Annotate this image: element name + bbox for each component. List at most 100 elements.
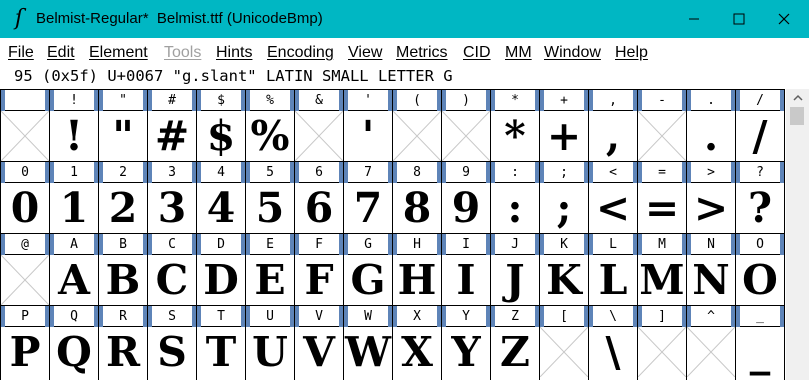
glyph-cell[interactable]: " — [99, 111, 147, 161]
glyph-grid[interactable]: ! " # $% & '() * +, -. /! " # $% ' * +,./0 1 2 3 4 5 6 7 8 9:; < =… — [0, 89, 785, 380]
glyph-cell[interactable]: 5 — [246, 183, 294, 233]
glyph-label[interactable]: & — [295, 90, 343, 111]
glyph-label[interactable]: ! — [50, 90, 98, 111]
menu-mm[interactable]: MM — [505, 44, 532, 62]
glyph-cell[interactable]: 1 — [50, 183, 98, 233]
glyph-cell[interactable]: 8 — [393, 183, 441, 233]
glyph-label[interactable]: M — [638, 234, 686, 255]
menu-encoding[interactable]: Encoding — [267, 44, 334, 62]
glyph-cell[interactable]: J — [491, 255, 539, 305]
glyph-label[interactable]: F — [295, 234, 343, 255]
glyph-label[interactable]: R — [99, 306, 147, 327]
glyph-cell[interactable]: V — [295, 327, 343, 377]
glyph-cell[interactable]: B — [99, 255, 147, 305]
glyph-cell[interactable]: 6 — [295, 183, 343, 233]
glyph-cell[interactable]: 4 — [197, 183, 245, 233]
empty-glyph-slot[interactable] — [442, 111, 490, 161]
scroll-thumb[interactable] — [790, 107, 804, 125]
glyph-cell[interactable]: C — [148, 255, 196, 305]
glyph-label[interactable]: ^ — [687, 306, 735, 327]
empty-glyph-slot[interactable] — [540, 327, 588, 377]
glyph-cell[interactable]: 2 — [99, 183, 147, 233]
glyph-cell[interactable]: S — [148, 327, 196, 377]
glyph-label[interactable]: 5 — [246, 162, 294, 183]
glyph-cell[interactable]: P — [1, 327, 49, 377]
glyph-label[interactable]: # — [148, 90, 196, 111]
glyph-label[interactable]: ? — [736, 162, 784, 183]
glyph-label[interactable]: S — [148, 306, 196, 327]
glyph-cell[interactable]: F — [295, 255, 343, 305]
glyph-label[interactable]: \ — [589, 306, 637, 327]
glyph-cell[interactable]: _ — [736, 327, 784, 377]
glyph-cell[interactable]: : — [491, 183, 539, 233]
glyph-label[interactable]: @ — [1, 234, 49, 255]
glyph-cell[interactable]: L — [589, 255, 637, 305]
glyph-label[interactable]: ' — [344, 90, 392, 111]
close-button[interactable] — [761, 0, 807, 38]
glyph-label[interactable]: 8 — [393, 162, 441, 183]
menu-tools[interactable]: Tools — [164, 44, 201, 62]
glyph-cell[interactable]: < — [589, 183, 637, 233]
glyph-label[interactable]: A — [50, 234, 98, 255]
glyph-cell[interactable]: 3 — [148, 183, 196, 233]
glyph-cell[interactable]: > — [687, 183, 735, 233]
glyph-cell[interactable]: 7 — [344, 183, 392, 233]
empty-glyph-slot[interactable] — [295, 111, 343, 161]
empty-glyph-slot[interactable] — [393, 111, 441, 161]
glyph-cell[interactable]: % — [246, 111, 294, 161]
glyph-label[interactable]: " — [99, 90, 147, 111]
glyph-cell[interactable]: T — [197, 327, 245, 377]
glyph-cell[interactable]: W — [344, 327, 392, 377]
glyph-label[interactable]: O — [736, 234, 784, 255]
glyph-cell[interactable]: . — [687, 111, 735, 161]
glyph-label[interactable]: 2 — [99, 162, 147, 183]
glyph-cell[interactable]: ? — [736, 183, 784, 233]
glyph-cell[interactable]: O — [736, 255, 784, 305]
glyph-cell[interactable]: Q — [50, 327, 98, 377]
menu-window[interactable]: Window — [544, 44, 601, 62]
empty-glyph-slot[interactable] — [638, 111, 686, 161]
glyph-cell[interactable]: ! — [50, 111, 98, 161]
maximize-button[interactable] — [716, 0, 762, 38]
glyph-label[interactable]: Z — [491, 306, 539, 327]
glyph-label[interactable]: B — [99, 234, 147, 255]
glyph-cell[interactable]: / — [736, 111, 784, 161]
glyph-label[interactable]: % — [246, 90, 294, 111]
glyph-cell[interactable]: N — [687, 255, 735, 305]
glyph-label[interactable]: > — [687, 162, 735, 183]
glyph-cell[interactable]: ' — [344, 111, 392, 161]
glyph-label[interactable]: 0 — [1, 162, 49, 183]
glyph-label[interactable]: H — [393, 234, 441, 255]
empty-glyph-slot[interactable] — [1, 111, 49, 161]
glyph-label[interactable]: 3 — [148, 162, 196, 183]
glyph-label[interactable]: - — [638, 90, 686, 111]
glyph-label[interactable]: N — [687, 234, 735, 255]
glyph-label[interactable]: + — [540, 90, 588, 111]
glyph-cell[interactable]: 0 — [1, 183, 49, 233]
glyph-label[interactable]: $ — [197, 90, 245, 111]
glyph-label[interactable]: : — [491, 162, 539, 183]
glyph-cell[interactable]: K — [540, 255, 588, 305]
glyph-cell[interactable]: H — [393, 255, 441, 305]
glyph-label[interactable]: Y — [442, 306, 490, 327]
glyph-label[interactable]: X — [393, 306, 441, 327]
glyph-cell[interactable]: Z — [491, 327, 539, 377]
glyph-cell[interactable]: G — [344, 255, 392, 305]
glyph-cell[interactable]: # — [148, 111, 196, 161]
glyph-label[interactable]: / — [736, 90, 784, 111]
glyph-label[interactable]: [ — [540, 306, 588, 327]
empty-glyph-slot[interactable] — [638, 327, 686, 377]
glyph-cell[interactable]: + — [540, 111, 588, 161]
glyph-cell[interactable]: ; — [540, 183, 588, 233]
glyph-label[interactable]: ) — [442, 90, 490, 111]
glyph-label[interactable]: 9 — [442, 162, 490, 183]
glyph-cell[interactable]: A — [50, 255, 98, 305]
glyph-label[interactable]: . — [687, 90, 735, 111]
vertical-scrollbar[interactable] — [786, 89, 809, 380]
menu-file[interactable]: File — [8, 44, 34, 62]
menu-view[interactable]: View — [348, 44, 382, 62]
glyph-label[interactable]: E — [246, 234, 294, 255]
glyph-label[interactable]: D — [197, 234, 245, 255]
menu-help[interactable]: Help — [615, 44, 648, 62]
scroll-up-button[interactable] — [786, 89, 809, 107]
